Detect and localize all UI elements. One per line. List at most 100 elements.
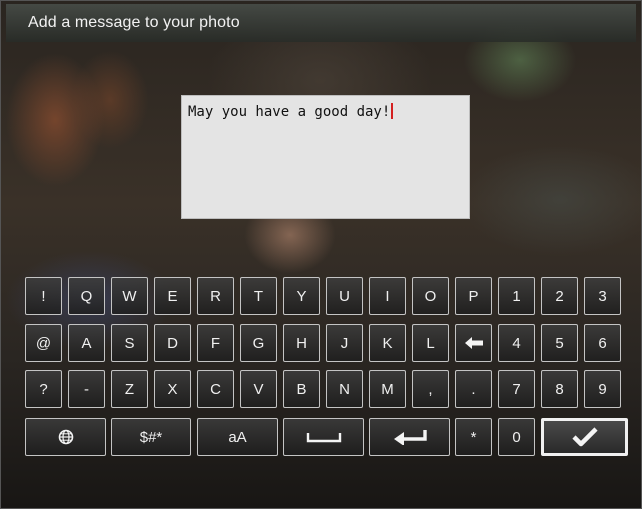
key-6[interactable]: 6 [584,324,621,362]
key-s-label: S [124,334,135,352]
key-y[interactable]: Y [283,277,320,315]
key-comma-label: , [428,380,433,398]
on-screen-keyboard: ! Q W E R T Y U I O P 1 2 3 @ A S D F G H J K L 4 5 6? - Z X C V B N M,. 7 8… [25,277,630,475]
key-asterisk[interactable]: * [455,418,492,456]
key-z[interactable]: Z [111,370,148,408]
key-q-label: Q [80,287,93,305]
key-b-label: B [296,380,307,398]
globe-icon [58,429,74,445]
key-exclamation[interactable]: ! [25,277,62,315]
key-confirm[interactable] [541,418,628,456]
key-period[interactable]: . [455,370,492,408]
message-text: May you have a good day! [188,103,394,120]
key-9[interactable]: 9 [584,370,621,408]
key-t[interactable]: T [240,277,277,315]
key-x-label: X [167,380,178,398]
key-1-label: 1 [512,287,521,305]
key-e[interactable]: E [154,277,191,315]
page-title: Add a message to your photo [28,14,240,31]
key-7[interactable]: 7 [498,370,535,408]
key-p-label: P [468,287,479,305]
key-hyphen-label: - [84,380,89,398]
key-f[interactable]: F [197,324,234,362]
key-h-label: H [296,334,307,352]
key-b[interactable]: B [283,370,320,408]
key-c-label: C [210,380,221,398]
key-o[interactable]: O [412,277,449,315]
key-8-label: 8 [555,380,564,398]
key-0[interactable]: 0 [498,418,535,456]
backspace-arrow-icon [464,337,483,349]
key-n-label: N [339,380,350,398]
key-p[interactable]: P [455,277,492,315]
key-symbols-label: $#* [139,428,163,446]
key-asterisk-label: * [470,428,477,446]
key-a-label: A [81,334,92,352]
message-value: May you have a good day! [188,104,391,120]
key-j[interactable]: J [326,324,363,362]
key-question[interactable]: ? [25,370,62,408]
key-c[interactable]: C [197,370,234,408]
key-symbols[interactable]: $#* [111,418,191,456]
key-g-label: G [252,334,265,352]
key-9-label: 9 [598,380,607,398]
key-g[interactable]: G [240,324,277,362]
text-cursor [391,103,394,119]
key-v-label: V [253,380,264,398]
key-d[interactable]: D [154,324,191,362]
title-bar: Add a message to your photo [6,4,636,42]
key-d-label: D [167,334,178,352]
message-input[interactable]: May you have a good day! [181,95,470,219]
key-u[interactable]: U [326,277,363,315]
key-exclamation-label: ! [41,287,46,305]
key-w[interactable]: W [111,277,148,315]
key-i-label: I [385,287,390,305]
key-enter[interactable] [369,418,450,456]
key-q[interactable]: Q [68,277,105,315]
key-0-label: 0 [512,428,521,446]
key-5-label: 5 [555,334,564,352]
key-r[interactable]: R [197,277,234,315]
key-e-label: E [167,287,178,305]
key-l[interactable]: L [412,324,449,362]
key-m[interactable]: M [369,370,406,408]
key-v[interactable]: V [240,370,277,408]
key-backspace[interactable] [455,324,492,362]
key-y-label: Y [296,287,307,305]
key-question-label: ? [39,380,48,398]
key-4[interactable]: 4 [498,324,535,362]
key-n[interactable]: N [326,370,363,408]
key-at-label: @ [35,334,52,352]
key-h[interactable]: H [283,324,320,362]
key-comma[interactable]: , [412,370,449,408]
key-k[interactable]: K [369,324,406,362]
key-i[interactable]: I [369,277,406,315]
key-period-label: . [471,380,476,398]
key-s[interactable]: S [111,324,148,362]
key-language[interactable] [25,418,106,456]
key-case-toggle-label: aA [228,428,247,446]
key-3-label: 3 [598,287,607,305]
key-2[interactable]: 2 [541,277,578,315]
key-5[interactable]: 5 [541,324,578,362]
key-3[interactable]: 3 [584,277,621,315]
key-f-label: F [210,334,221,352]
checkmark-icon [571,427,598,447]
key-u-label: U [339,287,350,305]
key-1[interactable]: 1 [498,277,535,315]
key-t-label: T [253,287,264,305]
key-j-label: J [340,334,349,352]
key-hyphen[interactable]: - [68,370,105,408]
key-a[interactable]: A [68,324,105,362]
key-space[interactable] [283,418,364,456]
key-8[interactable]: 8 [541,370,578,408]
key-x[interactable]: X [154,370,191,408]
key-r-label: R [210,287,221,305]
key-4-label: 4 [512,334,521,352]
key-m-label: M [381,380,394,398]
key-case-toggle[interactable]: aA [197,418,278,456]
key-2-label: 2 [555,287,564,305]
key-k-label: K [382,334,393,352]
key-at[interactable]: @ [25,324,62,362]
enter-arrow-icon [392,429,428,445]
